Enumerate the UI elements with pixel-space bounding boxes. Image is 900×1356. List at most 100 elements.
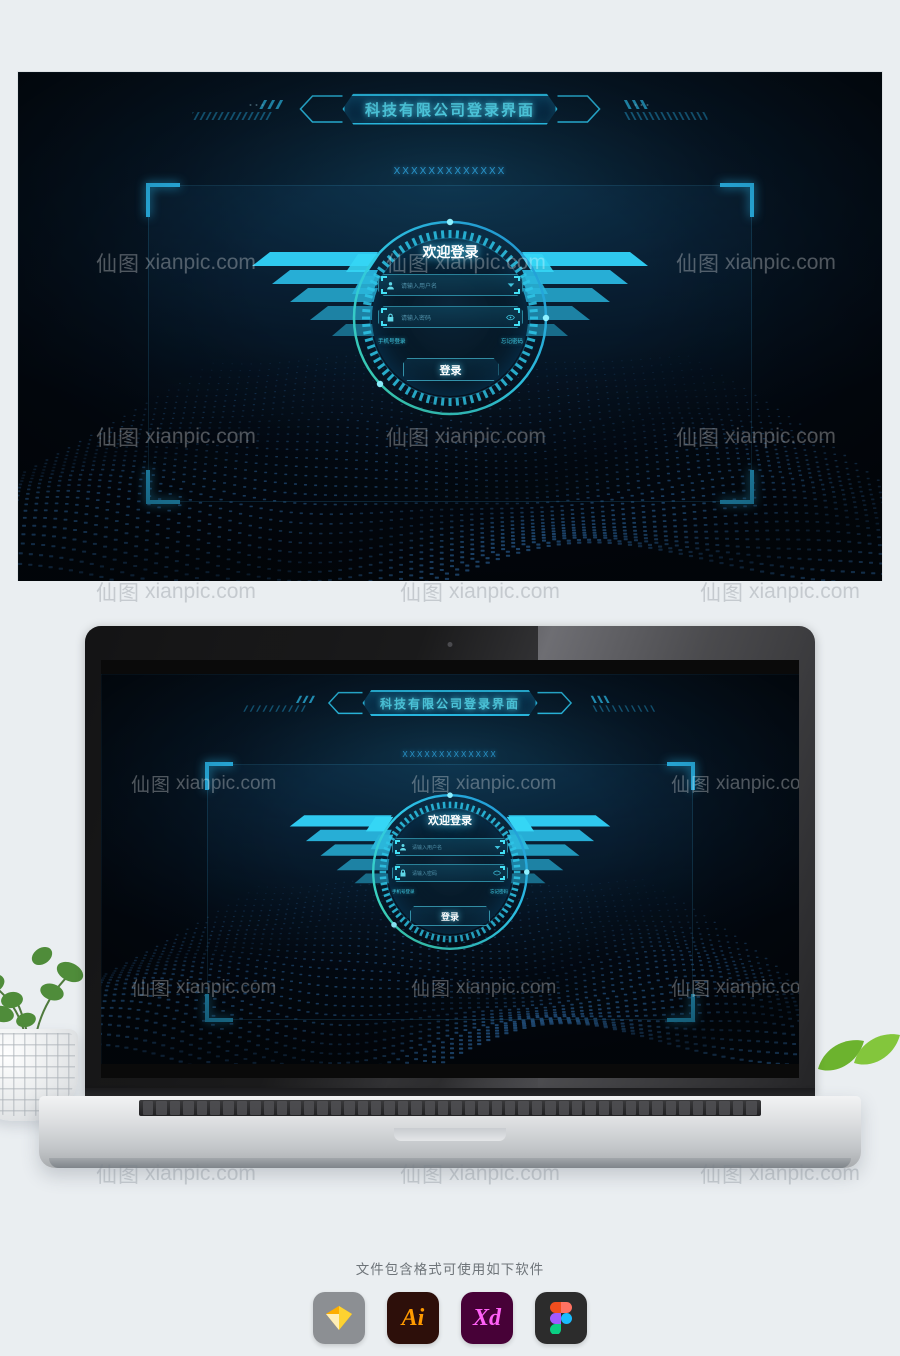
hud-corner-top-right: [720, 183, 754, 217]
bracket-icon: [381, 321, 387, 326]
page-root: 科技有限公司登录界面 XXXXXXXXXXXXX 欢迎登录 请输入用户名 请输入…: [0, 0, 900, 1356]
login-submit-button[interactable]: 登录: [402, 358, 499, 381]
bracket-icon: [381, 308, 387, 313]
banner-right-deco: [557, 95, 708, 123]
hud-corner-top-right: [667, 762, 695, 790]
xd-label: Xd: [472, 1304, 501, 1331]
form-links: 手机号登录 忘记密码: [378, 337, 523, 345]
illustrator-icon[interactable]: Ai: [387, 1292, 439, 1344]
footer: 文件包含格式可使用如下软件 Ai Xd: [0, 1258, 900, 1344]
laptop-base: [39, 1096, 861, 1168]
bracket-icon: [514, 276, 520, 281]
chevron-down-icon[interactable]: [507, 281, 515, 289]
bracket-icon: [500, 840, 505, 844]
password-placeholder: 请输入密码: [401, 315, 432, 322]
bracket-icon: [381, 289, 387, 294]
watermark-domain: xianpic.com: [145, 581, 256, 603]
bracket-icon: [395, 850, 400, 854]
forgot-password-link[interactable]: 忘记密码: [490, 889, 508, 895]
login-heading: 欢迎登录: [428, 815, 472, 827]
watermark-domain: xianpic.com: [716, 772, 799, 794]
user-icon: [386, 281, 395, 290]
illustrator-label: Ai: [401, 1304, 425, 1331]
forgot-password-link[interactable]: 忘记密码: [501, 337, 523, 345]
banner-core: 科技有限公司登录界面: [342, 93, 558, 125]
watermark-domain: xianpic.com: [716, 976, 799, 998]
xd-icon[interactable]: Xd: [461, 1292, 513, 1344]
screen-title: 科技有限公司登录界面: [379, 696, 520, 711]
bracket-icon: [395, 866, 400, 870]
bracket-icon: [514, 289, 520, 294]
figma-icon[interactable]: [535, 1292, 587, 1344]
watermark-cn: 仙图: [96, 253, 140, 276]
banner-left-deco: [243, 691, 363, 715]
login-submit-label: 登录: [439, 364, 462, 377]
phone-login-link[interactable]: 手机号登录: [392, 889, 415, 895]
hud-corner-bottom-left: [146, 470, 180, 504]
bracket-icon: [500, 866, 505, 870]
password-input[interactable]: 请输入密码: [392, 864, 508, 882]
login-screen-flat: 科技有限公司登录界面 XXXXXXXXXXXXX 欢迎登录 请输入用户名 请输入…: [18, 72, 882, 581]
hud-corner-top-left: [205, 762, 233, 790]
bracket-icon: [395, 840, 400, 844]
watermark-cn: 仙图: [96, 427, 140, 450]
laptop-trackpad-notch: [394, 1128, 506, 1141]
user-icon: [399, 843, 407, 851]
laptop-bezel: 科技有限公司登录界面 XXXXXXXXXXXXX 欢迎登录 请输入用户名 请输入…: [101, 660, 799, 1078]
login-form: 欢迎登录 请输入用户名 请输入密码 手机号登录 忘记密码 登录: [378, 242, 523, 381]
hud-corner-top-left: [146, 183, 180, 217]
watermark-cn: 仙图: [400, 582, 444, 605]
screen-title: 科技有限公司登录界面: [364, 101, 535, 119]
bracket-icon: [500, 850, 505, 854]
watermark-cn: 仙图: [131, 979, 172, 1000]
eye-icon[interactable]: [506, 314, 515, 321]
lock-icon: [399, 869, 407, 877]
bracket-icon: [500, 876, 505, 880]
footer-note: 文件包含格式可使用如下软件: [355, 1262, 545, 1277]
lock-icon: [386, 313, 395, 322]
password-input[interactable]: 请输入密码: [378, 306, 523, 328]
laptop-lid: 科技有限公司登录界面 XXXXXXXXXXXXX 欢迎登录 请输入用户名 请输入…: [85, 626, 815, 1096]
login-submit-button[interactable]: 登录: [410, 906, 490, 926]
webcam-icon: [447, 642, 453, 647]
app-icon-list: Ai Xd: [0, 1292, 900, 1344]
laptop-base-foot: [49, 1158, 851, 1168]
hud-corner-bottom-left: [205, 994, 233, 1022]
password-placeholder: 请输入密码: [412, 870, 438, 877]
username-input[interactable]: 请输入用户名: [378, 274, 523, 296]
username-placeholder: 请输入用户名: [412, 844, 443, 851]
watermark-cn: 仙图: [96, 582, 140, 605]
watermark-cn: 仙图: [131, 775, 172, 796]
banner-right-deco: [537, 691, 656, 715]
form-links: 手机号登录 忘记密码: [392, 889, 508, 895]
decorative-leaves: [810, 1011, 900, 1081]
bracket-icon: [381, 276, 387, 281]
hud-corner-bottom-right: [667, 994, 695, 1022]
username-input[interactable]: 请输入用户名: [392, 838, 508, 856]
hud-corner-bottom-right: [720, 470, 754, 504]
bracket-icon: [395, 876, 400, 880]
login-form: 欢迎登录 请输入用户名 请输入密码 手机号登录 忘记密码 登录: [392, 812, 508, 926]
laptop-mockup-stage: 科技有限公司登录界面 XXXXXXXXXXXXX 欢迎登录 请输入用户名 请输入…: [0, 581, 900, 1281]
bracket-icon: [514, 321, 520, 326]
login-submit-label: 登录: [440, 911, 459, 922]
watermark-cn: 仙图: [700, 582, 744, 605]
flat-preview-card: 科技有限公司登录界面 XXXXXXXXXXXXX 欢迎登录 请输入用户名 请输入…: [18, 72, 882, 581]
masked-label: XXXXXXXXXXXXX: [393, 166, 507, 177]
title-banner: 科技有限公司登录界面: [243, 686, 658, 720]
laptop-device: 科技有限公司登录界面 XXXXXXXXXXXXX 欢迎登录 请输入用户名 请输入…: [39, 626, 861, 1168]
watermark-domain: xianpic.com: [749, 581, 860, 603]
banner-core: 科技有限公司登录界面: [362, 690, 538, 716]
phone-login-link[interactable]: 手机号登录: [378, 337, 406, 345]
sketch-icon[interactable]: [313, 1292, 365, 1344]
banner-left-deco: [192, 95, 343, 123]
laptop-keyboard: [139, 1100, 761, 1116]
masked-label: XXXXXXXXXXXXX: [402, 750, 498, 759]
username-placeholder: 请输入用户名: [401, 283, 438, 290]
login-heading: 欢迎登录: [422, 244, 479, 260]
keyboard-keys: [143, 1101, 757, 1115]
watermark-domain: xianpic.com: [449, 581, 560, 603]
login-screen-laptop: 科技有限公司登录界面 XXXXXXXXXXXXX 欢迎登录 请输入用户名 请输入…: [101, 674, 799, 1064]
bracket-icon: [514, 308, 520, 313]
title-banner: 科技有限公司登录界面: [192, 88, 708, 130]
